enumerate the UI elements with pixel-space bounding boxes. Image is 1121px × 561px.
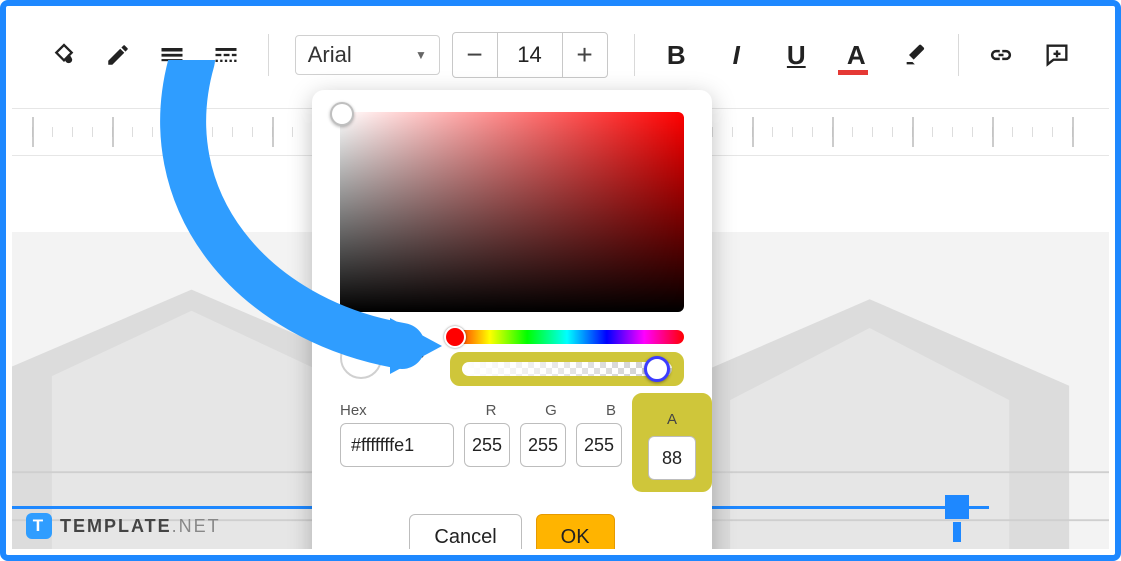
comment-button[interactable] [1041,39,1073,71]
font-size-value[interactable]: 14 [498,32,562,78]
editor-toolbar: Arial ▼ − 14 + B I U A [12,26,1109,84]
hex-input[interactable] [340,423,454,467]
b-label: B [588,402,634,419]
selection-handle[interactable] [953,522,961,542]
watermark-text-bold: TEMPLATE [60,516,172,536]
alpha-slider-thumb[interactable] [644,356,670,382]
line-style-button[interactable] [210,39,242,71]
color-preview-swatch [340,337,382,379]
toolbar-separator [958,34,959,76]
hue-slider[interactable] [450,330,684,344]
a-label: A [644,411,700,428]
toolbar-separator [268,34,269,76]
line-weight-button[interactable] [156,39,188,71]
font-color-letter: A [847,40,866,71]
selection-handle[interactable] [945,495,969,519]
bold-button[interactable]: B [660,39,692,71]
b-input[interactable] [576,423,622,467]
font-select[interactable]: Arial ▼ [295,35,440,75]
ok-button[interactable]: OK [536,514,615,549]
italic-button[interactable]: I [720,39,752,71]
g-label: G [528,402,574,419]
alpha-slider-highlight [450,352,684,386]
font-color-bar [838,70,868,75]
hex-label: Hex [340,402,454,419]
alpha-input-highlight: A [632,393,712,492]
hue-slider-thumb[interactable] [444,326,466,348]
link-button[interactable] [985,39,1017,71]
gradient-handle[interactable] [330,102,354,126]
watermark-text-light: .NET [172,516,221,536]
eyedropper-button[interactable] [396,338,436,378]
underline-button[interactable]: U [780,39,812,71]
toolbar-separator [634,34,635,76]
increase-size-button[interactable]: + [562,32,608,78]
color-gradient-area[interactable] [340,112,684,312]
pen-button[interactable] [102,39,134,71]
alpha-slider[interactable] [462,362,672,376]
highlight-button[interactable] [900,39,932,71]
cancel-button[interactable]: Cancel [409,514,521,549]
chevron-down-icon: ▼ [415,48,427,62]
font-name-label: Arial [308,42,352,68]
font-color-button[interactable]: A [840,39,872,71]
g-input[interactable] [520,423,566,467]
decrease-size-button[interactable]: − [452,32,498,78]
font-size-stepper: − 14 + [452,32,608,78]
fill-color-button[interactable] [48,39,80,71]
r-label: R [468,402,514,419]
r-input[interactable] [464,423,510,467]
watermark: T TEMPLATE.NET [26,513,221,539]
color-picker-dialog: Hex R G B A Cancel OK [312,90,712,549]
watermark-icon: T [26,513,52,539]
a-input[interactable] [648,436,696,480]
